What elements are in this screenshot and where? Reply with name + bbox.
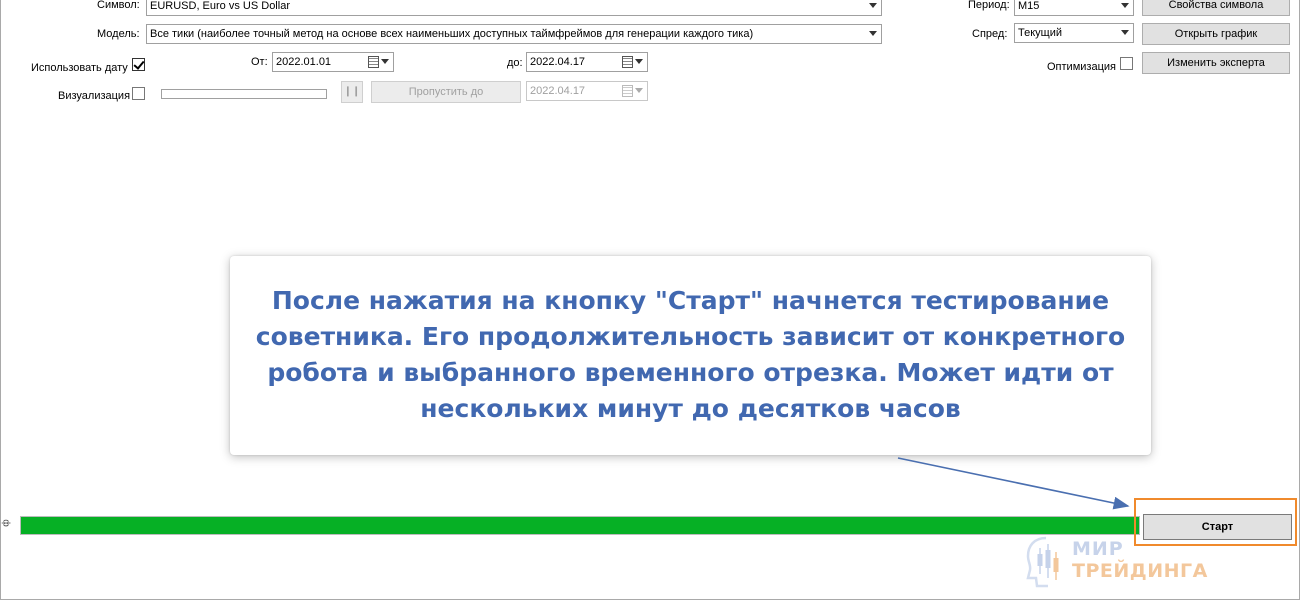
test-progress-bar [20,516,1140,535]
start-button[interactable]: Старт [1143,514,1292,540]
annotation-arrow [897,457,1130,510]
side-mark: ф [0,519,11,527]
logo-text-line2: ТРЕЙДИНГА [1072,560,1208,582]
logo-text-line1: МИР [1072,538,1124,560]
candlestick-logo-icon [1026,536,1059,588]
